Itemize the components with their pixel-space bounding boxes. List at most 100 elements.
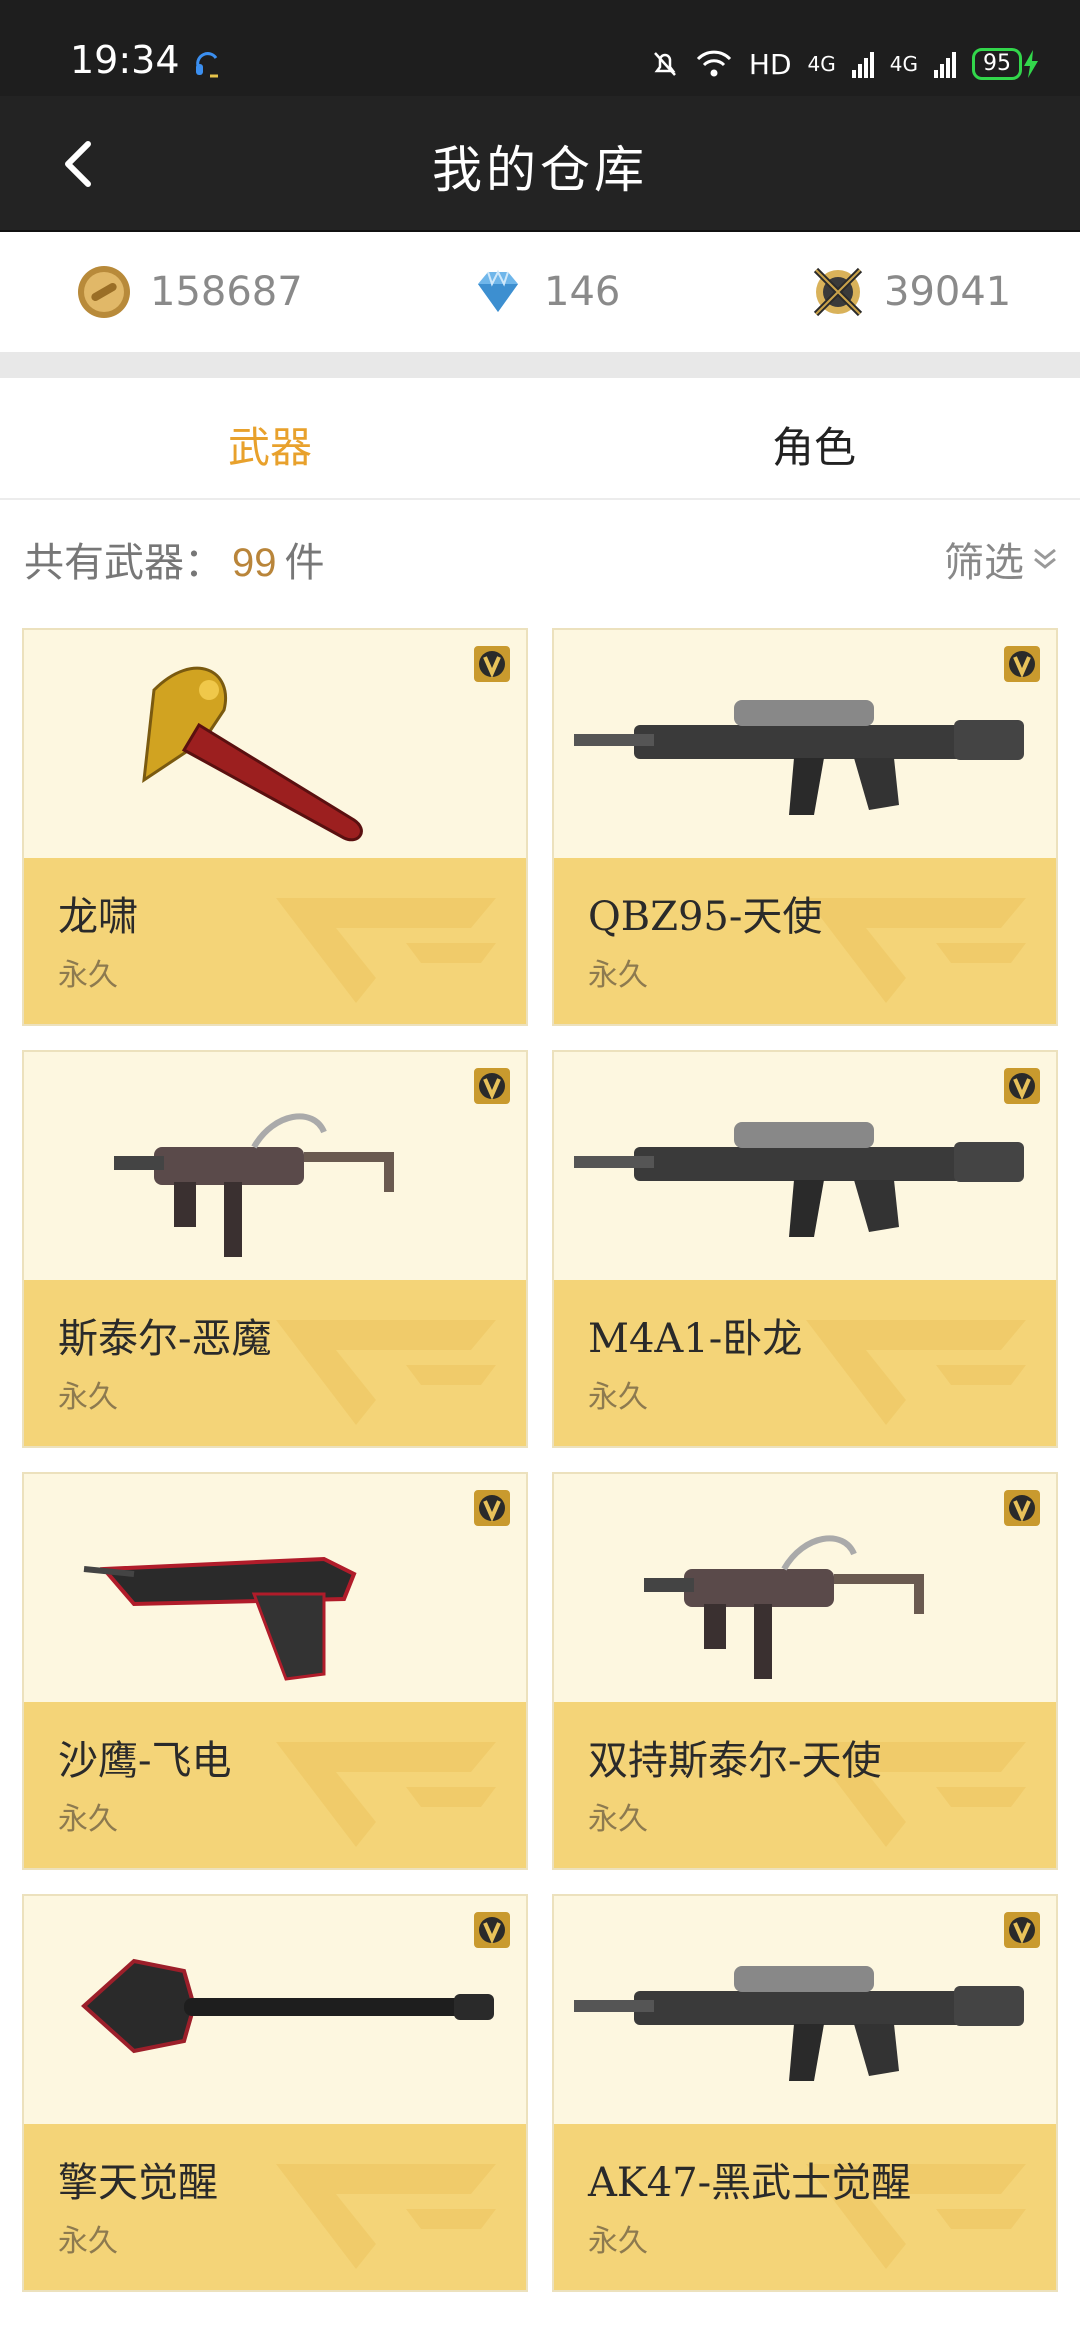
weapon-image-area [24,1474,526,1702]
diamond-amount: 146 [544,269,621,315]
vip-badge-icon [1004,646,1040,682]
weapon-duration: 永久 [588,2224,648,2259]
weapon-image-area [24,1896,526,2124]
inventory-summary: 共有武器： 99 件 筛选 [0,500,1080,610]
weapon-card[interactable]: M4A1-卧龙永久 [552,1050,1058,1448]
medal-balance: 39041 [810,260,1011,324]
weapon-count-suffix: 件 [284,540,325,586]
gold-amount: 158687 [150,269,303,315]
headset-icon [196,52,218,78]
weapon-info: 龙啸 永久 [24,858,526,1024]
nav-bar: 我的仓库 [0,96,1080,232]
rifle-icon [574,1122,1024,1237]
weapon-name: 擎天觉醒 [58,2160,218,2206]
crossed-swords-medal-icon [813,267,863,317]
weapon-card[interactable]: 沙鹰-飞电永久 [22,1472,528,1870]
currency-row: 158687 146 39041 [0,232,1080,352]
signal-1-label: 4G [807,52,836,76]
rifle-icon [574,700,1024,815]
status-time: 19:34 [70,38,180,82]
vip-badge-icon [474,1068,510,1104]
weapon-card[interactable]: 龙啸 永久 [22,628,528,1026]
weapon-card[interactable]: 擎天觉醒 永久 [22,1894,528,2292]
gold-balance: 158687 [76,260,303,324]
weapon-image-area [554,1896,1056,2124]
weapon-name: AK47-黑武士觉醒 [588,2160,912,2206]
gold-coin-icon [78,266,130,318]
weapon-card[interactable]: 双持斯泰尔-天使永久 [552,1472,1058,1870]
dragon-axe-icon [142,666,363,842]
tab-weapons[interactable]: 武器 [228,414,312,475]
weapon-duration: 永久 [58,1802,118,1837]
vip-badge-icon [474,1490,510,1526]
weapon-name: M4A1-卧龙 [588,1316,803,1362]
weapon-count-value: 99 [232,541,277,585]
weapon-count-prefix: 共有武器： [24,540,224,586]
weapon-name: 斯泰尔-恶魔 [58,1316,272,1362]
weapon-name: 双持斯泰尔-天使 [588,1738,882,1784]
vip-badge-icon [1004,1490,1040,1526]
weapon-name: 龙啸 [58,894,138,940]
rifle-icon [574,1966,1024,2081]
signal-2-label: 4G [889,52,918,76]
vip-badge-icon [1004,1912,1040,1948]
shovel-icon [81,1958,494,2054]
weapon-name: 沙鹰-飞电 [58,1738,232,1784]
filter-button[interactable]: 筛选 [944,530,1060,588]
cf-logo-watermark-icon [276,1742,496,1847]
weapon-card[interactable]: QBZ95-天使永久 [552,628,1058,1026]
cf-logo-watermark-icon [806,1320,1026,1425]
filter-label: 筛选 [944,540,1024,586]
weapon-info: 双持斯泰尔-天使永久 [554,1702,1056,1868]
battery-level: 95 [972,48,1022,80]
charging-icon [1024,50,1038,78]
signal-1-icon [851,52,874,78]
weapon-name: QBZ95-天使 [588,894,823,940]
cf-logo-watermark-icon [276,898,496,1003]
weapon-count: 共有武器： 99 件 [24,530,325,588]
vip-badge-icon [474,646,510,682]
smg-icon [114,1113,394,1257]
vip-badge-icon [1004,1068,1040,1104]
weapon-duration: 永久 [588,1380,648,1415]
wifi-icon [696,50,731,77]
weapon-duration: 永久 [58,2224,118,2259]
weapon-duration: 永久 [588,958,648,993]
mute-icon [653,52,676,76]
pistol-icon [83,1556,357,1681]
weapon-info: M4A1-卧龙永久 [554,1280,1056,1446]
section-divider [0,352,1080,378]
weapon-image-area [24,630,526,858]
cf-logo-watermark-icon [806,898,1026,1003]
tab-characters[interactable]: 角色 [772,414,856,475]
medal-amount: 39041 [884,269,1012,315]
diamond-icon [478,269,518,312]
network-type: HD [748,47,792,81]
vip-badge-icon [474,1912,510,1948]
status-bar: 19:34 HD 4G 4G 95 [0,0,1080,96]
weapon-info: 斯泰尔-恶魔永久 [24,1280,526,1446]
weapon-duration: 永久 [58,958,118,993]
page-title: 我的仓库 [432,141,648,199]
weapon-info: 沙鹰-飞电永久 [24,1702,526,1868]
diamond-balance: 146 [470,260,620,324]
weapon-image-area [24,1052,526,1280]
smg-icon [644,1535,924,1679]
status-icons: HD 4G 4G 95 [651,44,1040,84]
weapon-image-area [554,630,1056,858]
cf-logo-watermark-icon [276,1320,496,1425]
weapon-card[interactable]: 斯泰尔-恶魔永久 [22,1050,528,1448]
cf-logo-watermark-icon [276,2164,496,2269]
double-chevron-down-icon [1034,548,1056,569]
weapon-info: QBZ95-天使永久 [554,858,1056,1024]
tab-bar: 武器 角色 [0,378,1080,500]
weapon-image-area [554,1474,1056,1702]
weapon-info: AK47-黑武士觉醒永久 [554,2124,1056,2290]
weapon-card[interactable]: AK47-黑武士觉醒永久 [552,1894,1058,2292]
weapon-duration: 永久 [58,1380,118,1415]
weapon-info: 擎天觉醒 永久 [24,2124,526,2290]
weapon-image-area [554,1052,1056,1280]
battery-indicator: 95 [972,48,1040,80]
weapon-duration: 永久 [588,1802,648,1837]
signal-2-icon [934,52,956,78]
